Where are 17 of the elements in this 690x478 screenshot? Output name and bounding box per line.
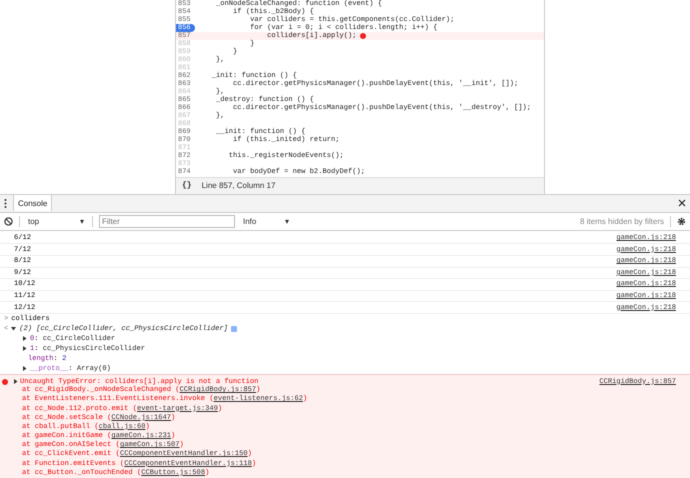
cursor-position: Line 857, Column 17 [202,181,276,190]
console-tab[interactable]: Console [13,195,52,212]
info-icon [230,326,237,332]
error-icon [360,33,366,39]
collapsed-triangle-icon[interactable] [13,379,18,384]
filter-input[interactable]: Filter [99,214,235,228]
format-button[interactable]: {} [182,181,192,190]
clear-console-icon[interactable] [4,216,13,226]
error-icon [2,378,8,385]
expand-triangle-icon[interactable] [11,326,16,332]
close-icon[interactable] [678,199,686,208]
settings-icon[interactable] [677,216,686,226]
hidden-items-note: 8 items hidden by filters [580,216,664,226]
more-options-icon[interactable] [4,198,7,208]
collapsed-triangle-icon[interactable] [22,366,27,372]
context-select[interactable]: top ▾ [26,216,86,226]
level-select[interactable]: Info ▾ [241,216,291,226]
